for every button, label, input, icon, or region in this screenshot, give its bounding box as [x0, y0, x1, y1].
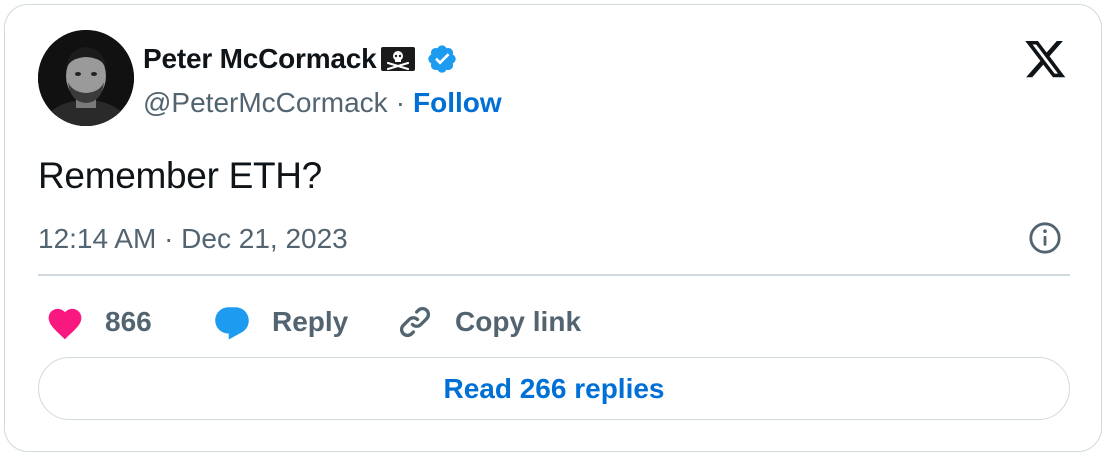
- x-logo-icon[interactable]: [1025, 41, 1067, 79]
- tweet-timestamp[interactable]: 12:14 AM · Dec 21, 2023: [38, 219, 348, 259]
- separator-dot: ·: [395, 87, 406, 118]
- like-button[interactable]: 866: [45, 300, 152, 344]
- author-handle-row: @PeterMcCormack · Follow: [143, 83, 502, 123]
- copy-link-label: Copy link: [455, 306, 582, 337]
- info-icon[interactable]: [1028, 221, 1062, 255]
- verified-badge-icon: [426, 43, 458, 75]
- follow-button[interactable]: Follow: [413, 87, 502, 119]
- reply-bubble-icon: [215, 307, 249, 340]
- copy-link-button[interactable]: Copy link: [395, 300, 581, 344]
- like-count: 866: [105, 306, 152, 337]
- pirate-flag-icon: [380, 46, 416, 72]
- reply-button[interactable]: Reply: [212, 300, 348, 344]
- avatar[interactable]: [38, 30, 134, 126]
- tweet-text: Remember ETH?: [38, 155, 322, 196]
- heart-icon: [48, 308, 82, 340]
- avatar-photo: [38, 30, 134, 126]
- author-name-row: Peter McCormack: [143, 39, 458, 79]
- author-name[interactable]: Peter McCormack: [143, 43, 377, 75]
- tweet-card: Peter McCormack @PeterMcCormack · Follow: [4, 4, 1102, 452]
- reply-label: Reply: [272, 306, 349, 337]
- link-icon: [400, 307, 430, 337]
- author-handle[interactable]: @PeterMcCormack: [143, 87, 388, 119]
- read-replies-button[interactable]: Read 266 replies: [38, 357, 1070, 420]
- divider: [38, 274, 1070, 276]
- read-replies-label: Read 266 replies: [443, 372, 665, 404]
